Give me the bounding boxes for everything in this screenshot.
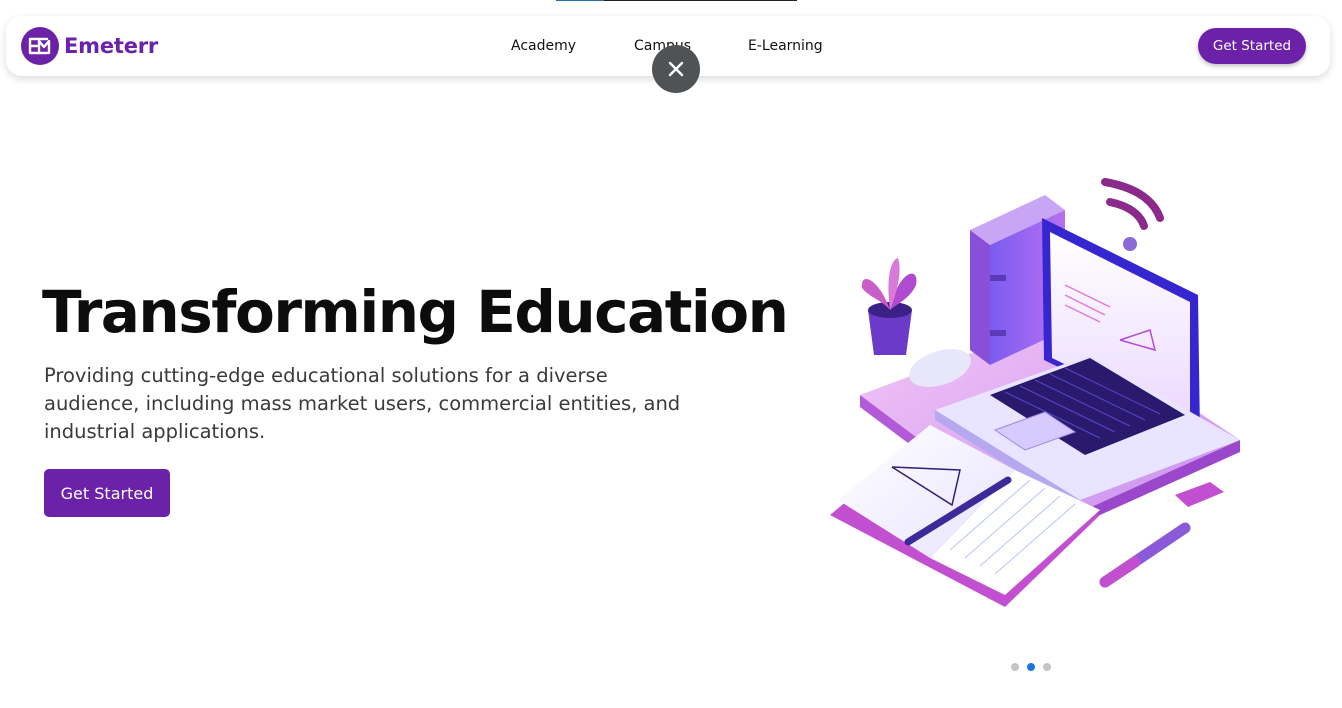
hero-title: Transforming Education: [42, 278, 789, 346]
hero-description: Providing cutting-edge educational solut…: [44, 364, 681, 443]
carousel-dot-active[interactable]: [1027, 663, 1035, 671]
nav-get-started-button[interactable]: Get Started: [1198, 28, 1306, 64]
top-progress-segment: [556, 0, 604, 1]
carousel-indicators: [1011, 663, 1051, 671]
close-overlay-button[interactable]: [652, 45, 700, 93]
carousel-dot[interactable]: [1043, 663, 1051, 671]
hero-get-started-button[interactable]: Get Started: [44, 469, 170, 517]
brand-name: Emeterr: [64, 34, 159, 58]
close-icon: [668, 61, 684, 77]
isometric-laptop-books-illustration: [820, 170, 1260, 620]
envelope-m-logo-icon: [21, 27, 59, 65]
top-progress-line: [556, 0, 797, 1]
nav-link-academy[interactable]: Academy: [511, 38, 576, 54]
brand-logo[interactable]: Emeterr: [21, 27, 158, 65]
nav-link-e-learning[interactable]: E-Learning: [748, 38, 823, 54]
carousel-dot[interactable]: [1011, 663, 1019, 671]
